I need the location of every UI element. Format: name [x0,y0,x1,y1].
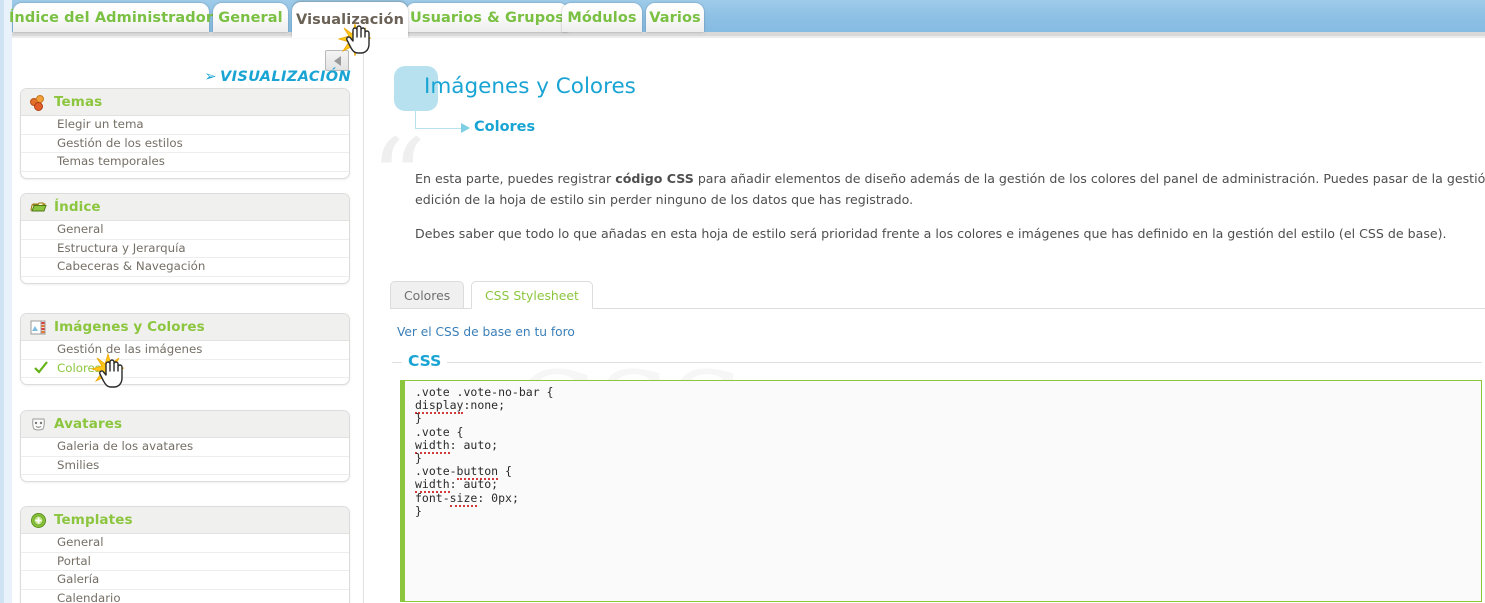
sidebar-group-header: Imágenes y Colores [21,314,349,341]
tab-modulos[interactable]: Módulos [562,3,642,32]
css-fieldset: CSS CSS .vote .vote-no-bar { display:non… [392,348,1482,603]
sidebar-item-colores[interactable]: Colores [21,360,349,378]
sidebar-item-templates-galeria[interactable]: Galería [21,571,349,590]
forum-css-link[interactable]: Ver el CSS de base en tu foro [397,325,575,339]
tab-label: Varios [649,9,701,26]
intro-paragraph-2: Debes saber que todo lo que añadas en es… [415,226,1447,241]
sidebar-group-items: Elegir un tema Gestión de los estilos Te… [21,116,349,178]
subtab-css-stylesheet[interactable]: CSS Stylesheet [471,281,593,309]
sidebar-item-smilies[interactable]: Smilies [21,457,349,475]
sidebar-item-elegir-un-tema[interactable]: Elegir un tema [21,116,349,135]
sidebar-group-header: Templates [21,507,349,534]
tab-varios[interactable]: Varios [646,3,704,32]
breadcrumb: Colores [474,119,536,135]
tab-indice-del-administrador[interactable]: Índice del Administrador [9,3,213,32]
fieldset-legend: CSS [402,352,448,370]
sidebar-item-estructura-y-jerarquia[interactable]: Estructura y Jerarquía [21,240,349,258]
images-colors-icon [30,319,47,336]
sidebar-item-gestion-de-las-imagenes[interactable]: Gestión de las imágenes [21,341,349,360]
themes-icon [30,94,47,111]
sidebar-item-gestion-de-los-estilos[interactable]: Gestión de los estilos [21,135,349,153]
sidebar-group-title: Avatares [54,416,123,432]
tab-label: Índice del Administrador [8,9,214,26]
sidebar-group-title: Templates [54,512,133,528]
sidebar-group-header: Temas [21,89,349,116]
arrow-right-icon: ➢ [204,69,217,85]
sidebar-group-header: Índice [21,194,349,221]
plus-circle-icon [30,512,47,529]
page-left-gutter [0,0,12,603]
tab-general[interactable]: General [213,3,288,32]
sidebar-item-galeria-de-los-avatares[interactable]: Galeria de los avatares [21,438,349,457]
breadcrumb-arrow-icon [461,123,470,133]
sidebar-item-temas-temporales[interactable]: Temas temporales [21,153,349,172]
css-code-text: .vote .vote-no-bar { display:none; } .vo… [415,385,554,518]
check-icon [34,360,48,375]
sidebar-group-avatares: Avatares Galeria de los avatares Smilies [20,410,350,482]
sidebar-group-indice: Índice General Estructura y Jerarquía Ca… [20,193,350,284]
admin-content-canvas: ➢ VISUALIZACIÓN Temas Elegir un tema Gest… [12,38,1485,603]
intro-paragraph-line-2: edición de la hoja de estilo sin perder … [415,192,914,207]
sidebar-group-header: Avatares [21,411,349,438]
sidebar-group-items: Galeria de los avatares Smilies [21,438,349,481]
sidebar-item-cabeceras-y-navegacion[interactable]: Cabeceras & Navegación [21,258,349,277]
sidebar-group-items: Gestión de las imágenes Colores [21,341,349,384]
css-textarea[interactable]: .vote .vote-no-bar { display:none; } .vo… [400,380,1482,602]
sidebar-item-templates-calendario[interactable]: Calendario [21,590,349,603]
sidebar-group-title: Imágenes y Colores [54,319,205,335]
sidebar-item-general[interactable]: General [21,221,349,240]
sidebar-group-title: Temas [54,94,103,110]
left-triangle-icon [333,55,341,66]
tab-label: Visualización [296,12,404,28]
sidebar-group-temas: Temas Elegir un tema Gestión de los esti… [20,88,350,179]
admin-sidebar: ➢ VISUALIZACIÓN Temas Elegir un tema Gest… [12,38,363,603]
tab-usuarios-y-grupos[interactable]: Usuarios & Grupos [406,3,568,32]
tab-label: General [218,9,283,26]
sidebar-group-imagenes-y-colores: Imágenes y Colores Gestión de las imágen… [20,313,350,385]
sidebar-item-templates-portal[interactable]: Portal [21,553,349,571]
sidebar-group-items: General Estructura y Jerarquía Cabeceras… [21,221,349,283]
page-title: Imágenes y Colores [424,74,636,99]
main-content: Imágenes y Colores Colores “ En esta par… [364,38,1485,603]
sidebar-group-title: Índice [54,199,101,215]
index-folder-icon [30,199,47,216]
sidebar-collapse-button[interactable] [325,50,349,71]
intro-paragraph-line-1: En esta parte, puedes registrar código C… [415,171,1485,186]
sidebar-group-templates: Templates General Portal Galería Calenda… [20,506,350,603]
sidebar-group-items: General Portal Galería Calendario [21,534,349,603]
content-subtabs: Colores CSS Stylesheet [390,281,1485,309]
tab-label: Usuarios & Grupos [409,9,564,26]
avatar-icon [30,416,47,433]
tab-label: Módulos [567,9,637,26]
tab-visualizacion[interactable]: Visualización [292,2,408,38]
subtab-colores[interactable]: Colores [390,281,465,309]
sidebar-item-templates-general[interactable]: General [21,534,349,553]
sidebar-section-title: ➢ VISUALIZACIÓN [204,69,351,85]
